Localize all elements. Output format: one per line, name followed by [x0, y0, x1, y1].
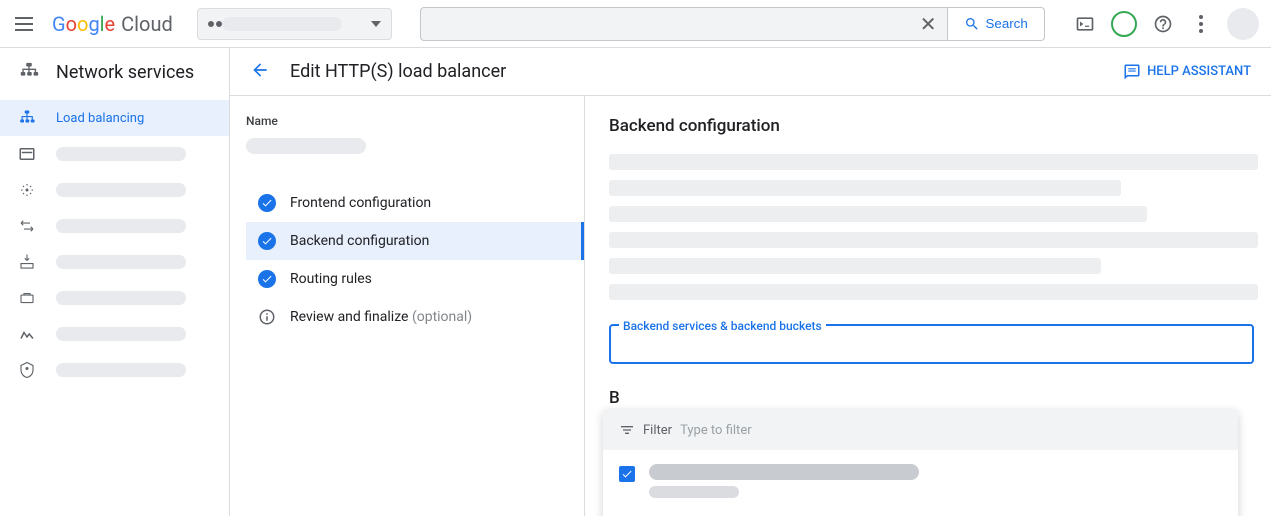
- filter-icon: [619, 422, 635, 438]
- main-content: Edit HTTP(S) load balancer HELP ASSISTAN…: [230, 48, 1271, 516]
- more-icon[interactable]: [1189, 12, 1213, 36]
- step-routing[interactable]: Routing rules: [246, 260, 568, 298]
- cloud-shell-icon[interactable]: [1073, 12, 1097, 36]
- info-icon: [258, 308, 276, 326]
- project-name-redacted: [222, 17, 342, 31]
- filter-row[interactable]: Filter Type to filter: [603, 410, 1238, 450]
- sidebar-item[interactable]: [0, 208, 229, 244]
- popover-actions: CREATE A BACKEND SERVICE CREATE A BACKEN…: [603, 512, 1238, 516]
- project-icon: [208, 21, 214, 27]
- sidebar-item[interactable]: [0, 316, 229, 352]
- backend-dropdown-label: Backend services & backend buckets: [619, 319, 826, 333]
- avatar[interactable]: [1227, 8, 1259, 40]
- sidebar-icon: [18, 361, 36, 379]
- load-balancing-icon: [18, 109, 36, 127]
- lb-name-redacted: [246, 138, 366, 154]
- check-icon: [258, 232, 276, 250]
- search-container: ✕ Search: [420, 7, 1045, 41]
- sidebar-item[interactable]: [0, 136, 229, 172]
- search-input[interactable]: [431, 16, 920, 32]
- chat-icon: [1123, 63, 1141, 81]
- option-sub-redacted: [649, 486, 739, 498]
- sidebar: Network services Load balancing: [0, 48, 230, 516]
- sidebar-title: Network services: [0, 48, 229, 96]
- redacted-line: [609, 206, 1147, 222]
- check-icon: [258, 270, 276, 288]
- step-backend[interactable]: Backend configuration: [246, 222, 584, 260]
- google-cloud-logo[interactable]: Google Cloud: [52, 12, 173, 36]
- search-icon: [964, 16, 980, 32]
- logo-product-text: Cloud: [121, 12, 173, 36]
- sidebar-icon: [18, 289, 36, 307]
- checkbox-checked[interactable]: [619, 466, 635, 482]
- backend-option-row[interactable]: [603, 450, 1238, 512]
- redacted-line: [609, 232, 1258, 248]
- check-icon: [258, 194, 276, 212]
- option-name-redacted: [649, 464, 919, 480]
- truncated-section-title: B: [609, 388, 1265, 408]
- header-right: [1073, 8, 1259, 40]
- free-trial-icon[interactable]: [1111, 11, 1137, 37]
- chevron-down-icon: [371, 21, 381, 27]
- sidebar-item[interactable]: [0, 280, 229, 316]
- sidebar-item-load-balancing[interactable]: Load balancing: [0, 100, 229, 136]
- app-header: Google Cloud ✕ Search: [0, 0, 1271, 48]
- redacted-line: [609, 180, 1121, 196]
- sidebar-item[interactable]: [0, 172, 229, 208]
- network-services-icon: [18, 61, 40, 83]
- backend-dropdown-popover: Filter Type to filter CREATE A BACK: [603, 410, 1238, 516]
- sidebar-icon: [18, 253, 36, 271]
- help-icon[interactable]: [1151, 12, 1175, 36]
- search-input-wrap: ✕: [420, 7, 948, 41]
- sidebar-icon: [18, 181, 36, 199]
- search-button[interactable]: Search: [948, 7, 1045, 41]
- redacted-line: [609, 258, 1101, 274]
- sidebar-icon: [18, 217, 36, 235]
- sidebar-item[interactable]: [0, 352, 229, 388]
- back-button[interactable]: [250, 60, 270, 84]
- config-title: Backend configuration: [609, 116, 1265, 136]
- steps-column: Name Frontend configuration Backend conf…: [230, 96, 585, 516]
- menu-icon[interactable]: [12, 12, 36, 36]
- page-header: Edit HTTP(S) load balancer HELP ASSISTAN…: [230, 48, 1271, 96]
- sidebar-icon: [18, 145, 36, 163]
- clear-icon[interactable]: ✕: [920, 12, 937, 36]
- config-column: Backend configuration Backend services &…: [585, 96, 1271, 516]
- page-title: Edit HTTP(S) load balancer: [290, 61, 506, 82]
- step-frontend[interactable]: Frontend configuration: [246, 184, 568, 222]
- step-review[interactable]: Review and finalize (optional): [246, 298, 568, 336]
- sidebar-icon: [18, 325, 36, 343]
- redacted-line: [609, 154, 1258, 170]
- name-label: Name: [246, 114, 568, 128]
- redacted-line: [609, 284, 1258, 300]
- sidebar-item[interactable]: [0, 244, 229, 280]
- help-assistant-button[interactable]: HELP ASSISTANT: [1123, 63, 1251, 81]
- project-selector[interactable]: [197, 8, 392, 40]
